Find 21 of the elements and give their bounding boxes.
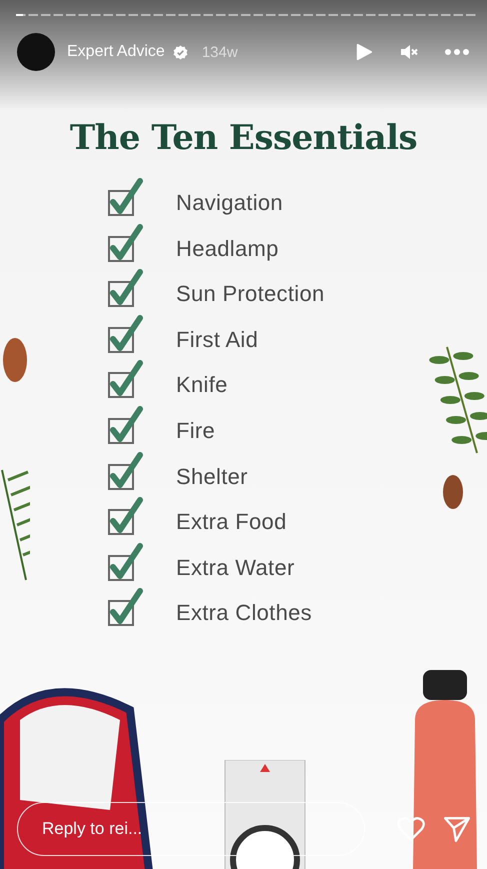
reply-field[interactable]: Reply to rei... xyxy=(17,802,365,856)
post-time: 134w xyxy=(202,44,238,60)
send-icon[interactable] xyxy=(443,815,471,843)
essential-item: Headlamp xyxy=(176,234,279,262)
essential-item: Knife xyxy=(176,371,228,398)
essential-item: Extra Food xyxy=(176,508,287,536)
heart-icon[interactable] xyxy=(397,816,425,842)
account-name[interactable]: Expert Advice xyxy=(67,43,165,61)
essential-item: Fire xyxy=(176,416,216,444)
essential-item: Extra Clothes xyxy=(176,599,312,626)
essential-item: Sun Protection xyxy=(176,280,325,308)
avatar[interactable] xyxy=(17,33,55,71)
essential-item: First Aid xyxy=(176,326,258,353)
play-icon[interactable] xyxy=(355,43,373,61)
pinecone-drawing xyxy=(0,335,30,385)
more-options-icon[interactable] xyxy=(445,49,469,55)
essential-item: Extra Water xyxy=(176,554,295,581)
essential-item: Shelter xyxy=(176,462,248,490)
muted-speaker-icon[interactable] xyxy=(399,42,419,62)
essential-item: Navigation xyxy=(176,189,283,216)
story-title: The Ten Essentials xyxy=(70,118,418,158)
